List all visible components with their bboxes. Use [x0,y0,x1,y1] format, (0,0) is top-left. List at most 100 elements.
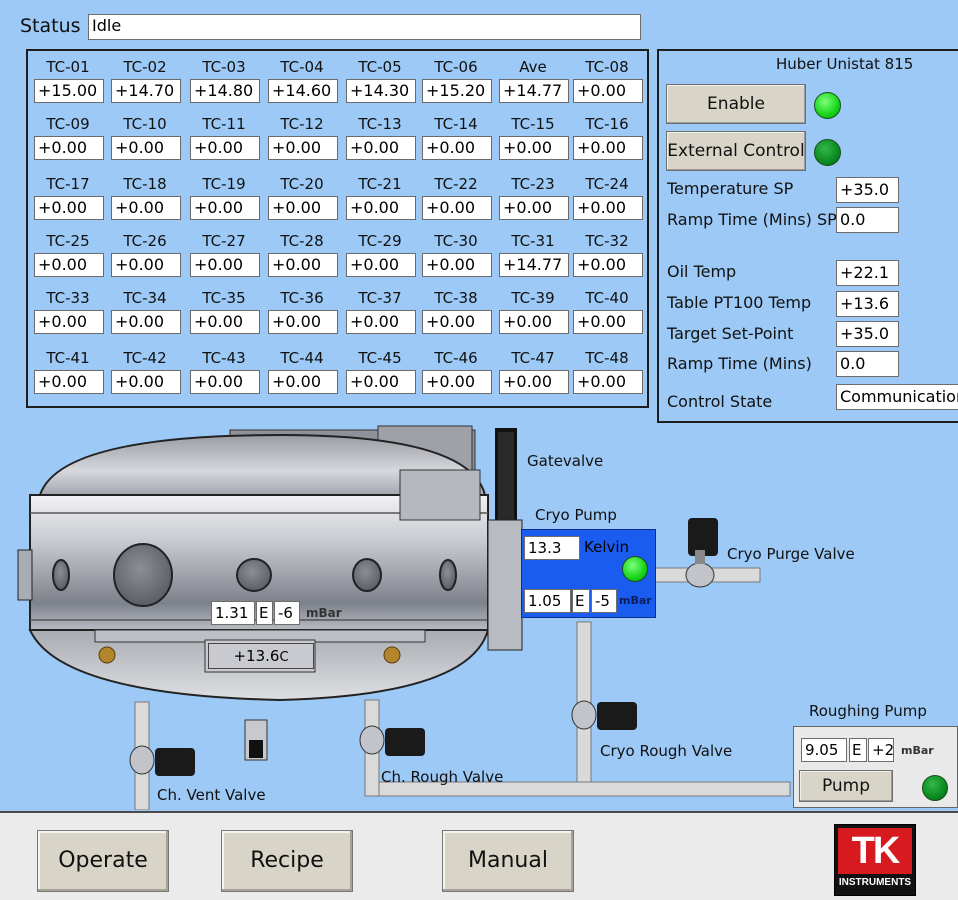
huber-panel: Huber Unistat 815 Enable External Contro… [657,49,958,423]
huber-title: Huber Unistat 815 [776,55,914,73]
table-temp-value: +13.6 [836,291,899,317]
thermocouple-name: TC-27 [202,232,246,250]
thermocouple-tc-19: TC-19 +0.00 [188,174,260,220]
recipe-button[interactable]: Recipe [221,830,353,892]
cryo-purge-valve-icon [685,518,718,588]
roughing-pump-led [922,775,948,801]
gauge-icon [244,719,268,761]
thermocouple-value: +0.00 [111,370,181,394]
thermocouple-value: +0.00 [34,370,104,394]
chamber-pressure-e: E [256,601,273,625]
thermocouple-tc-10: TC-10 +0.00 [109,114,181,160]
thermocouple-name: TC-15 [511,115,555,133]
thermocouple-name: TC-11 [202,115,246,133]
thermocouple-tc-12: TC-12 +0.00 [266,114,338,160]
thermocouple-value: +14.70 [111,79,181,103]
thermocouple-name: TC-47 [511,349,555,367]
thermocouple-tc-05: TC-05 +14.30 [344,57,416,103]
thermocouple-tc-34: TC-34 +0.00 [109,288,181,334]
thermocouple-value: +0.00 [268,136,338,160]
thermocouple-tc-17: TC-17 +0.00 [32,174,104,220]
thermocouple-name: TC-31 [511,232,555,250]
chamber-vent-valve-label: Ch. Vent Valve [157,786,266,804]
logo-tk-text: TK [851,830,901,872]
roughing-pressure-e: E [849,738,867,762]
temperature-sp-input[interactable]: +35.0 [836,177,899,203]
cryo-pressure-mantissa: 1.05 [524,589,571,613]
roughing-pump-title: Roughing Pump [809,702,927,720]
temperature-sp-label: Temperature SP [667,179,794,198]
thermocouple-tc-04: TC-04 +14.60 [266,57,338,103]
thermocouple-name: TC-39 [511,289,555,307]
cryo-status-led [622,556,648,582]
operate-button[interactable]: Operate [37,830,169,892]
ramp-time-label: Ramp Time (Mins) [667,354,812,373]
cryo-rough-valve-icon [571,700,637,730]
thermocouple-tc-06: TC-06 +15.20 [420,57,492,103]
chamber-table-temp-value: +13.6 [233,647,280,665]
oil-temp-label: Oil Temp [667,262,737,281]
thermocouple-panel: TC-01 +15.00 TC-02 +14.70 TC-03 +14.80 TC-04 +1… [26,49,649,408]
thermocouple-tc-40: TC-40 +0.00 [571,288,643,334]
thermocouple-value: +0.00 [499,370,569,394]
cryo-rough-valve-label: Cryo Rough Valve [600,742,733,760]
thermocouple-tc-32: TC-32 +0.00 [571,231,643,277]
thermocouple-value: +15.20 [422,79,492,103]
thermocouple-name: TC-09 [46,115,90,133]
thermocouple-tc-33: TC-33 +0.00 [32,288,104,334]
thermocouple-name: TC-04 [280,58,324,76]
thermocouple-tc-09: TC-09 +0.00 [32,114,104,160]
thermocouple-tc-20: TC-20 +0.00 [266,174,338,220]
control-state-label: Control State [667,392,773,411]
thermocouple-value: +0.00 [422,370,492,394]
thermocouple-ave: Ave +14.77 [497,57,569,103]
thermocouple-tc-08: TC-08 +0.00 [571,57,643,103]
thermocouple-tc-45: TC-45 +0.00 [344,348,416,394]
thermocouple-tc-47: TC-47 +0.00 [497,348,569,394]
manual-button[interactable]: Manual [442,830,574,892]
thermocouple-value: +14.60 [268,79,338,103]
cryo-purge-valve-label: Cryo Purge Valve [727,545,855,563]
thermocouple-value: +0.00 [111,196,181,220]
chamber-vent-valve-icon [129,745,195,776]
thermocouple-name: TC-26 [123,232,167,250]
thermocouple-value: +0.00 [499,310,569,334]
thermocouple-value: +0.00 [422,310,492,334]
thermocouple-value: +0.00 [34,310,104,334]
pump-button[interactable]: Pump [799,770,893,802]
thermocouple-tc-30: TC-30 +0.00 [420,231,492,277]
thermocouple-name: TC-08 [585,58,629,76]
thermocouple-name: TC-06 [434,58,478,76]
thermocouple-value: +0.00 [190,370,260,394]
thermocouple-tc-38: TC-38 +0.00 [420,288,492,334]
status-label: Status [20,15,81,37]
logo-instruments-text: INSTRUMENTS [838,877,912,888]
thermocouple-value: +15.00 [34,79,104,103]
ramp-time-sp-input[interactable]: 0.0 [836,207,899,233]
thermocouple-tc-27: TC-27 +0.00 [188,231,260,277]
enable-button[interactable]: Enable [666,84,806,124]
thermocouple-tc-22: TC-22 +0.00 [420,174,492,220]
thermocouple-name: TC-44 [280,349,324,367]
thermocouple-value: +0.00 [346,136,416,160]
thermocouple-tc-14: TC-14 +0.00 [420,114,492,160]
cryo-pump-label: Cryo Pump [535,506,617,524]
external-control-button[interactable]: External Control [666,131,806,171]
control-state-value: Communication [836,384,958,410]
roughing-pressure-exponent: +2 [868,738,894,762]
cryo-temp-unit: Kelvin [584,538,630,556]
cryo-pressure-e: E [572,589,590,613]
thermocouple-name: TC-28 [280,232,324,250]
thermocouple-name: TC-01 [46,58,90,76]
thermocouple-name: TC-33 [46,289,90,307]
chamber-pressure-exponent: -6 [274,601,300,625]
thermocouple-value: +14.77 [499,79,569,103]
chamber-pressure-mantissa: 1.31 [211,601,255,625]
thermocouple-name: TC-21 [358,175,402,193]
thermocouple-name: TC-48 [585,349,629,367]
cryo-temp-value: 13.3 [524,536,580,560]
thermocouple-value: +0.00 [111,310,181,334]
logo-top-block: TK [838,828,912,874]
thermocouple-name: TC-13 [358,115,402,133]
thermocouple-tc-28: TC-28 +0.00 [266,231,338,277]
